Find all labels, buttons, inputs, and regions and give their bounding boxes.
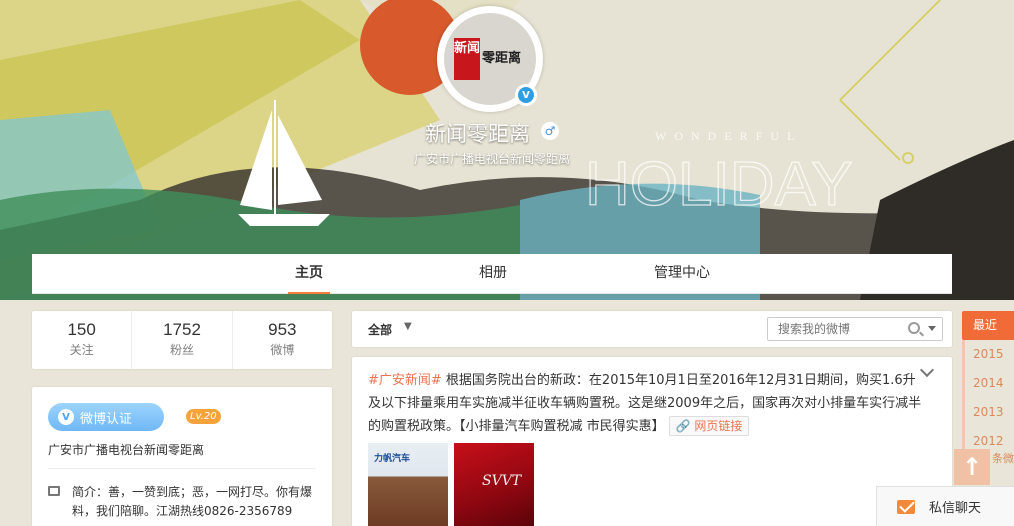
profile-description: 广安市广播电视台新闻零距离 [414,152,571,166]
counter-label: 粉丝 [169,343,194,357]
search-icon[interactable] [908,322,920,334]
timeline-year-2013[interactable]: 2013 [962,398,1014,427]
counter-value: 1752 [163,320,201,339]
mail-icon [897,499,915,514]
counter-label: 微博 [270,343,295,357]
banner-watermark-large: HOLIDAY [585,150,853,219]
avatar-logo-red-block: 新闻 [454,38,480,80]
profile-tab-bar: 主页 相册 管理中心 [32,254,952,294]
profile-name: 新闻零距离 [425,122,530,146]
timeline-year-2015[interactable]: 2015 [962,340,1014,369]
back-to-top-arrow-icon[interactable]: ↑ [954,449,990,485]
counter-value: 953 [268,320,297,339]
tab-management[interactable]: 管理中心 [642,254,722,294]
verified-organization: 广安市广播电视台新闻零距离 [48,443,205,457]
post-link-label: 网页链接 [694,419,743,433]
post-hashtag[interactable]: #广安新闻# [368,373,442,388]
post-text: #广安新闻# 根据国务院出台的新政：在2015年10月1日至2016年12月31… [368,369,928,438]
timeline-more-label: 条微 [992,452,1014,465]
feed-search-input[interactable] [768,318,888,340]
verification-label: 微博认证 [80,411,133,427]
avatar-logo-text: 零距离 [482,51,522,66]
timeline-year-recent[interactable]: 最近 [962,311,1014,340]
feed-filter-all[interactable]: 全部 [368,321,392,338]
post-image-thumbnail[interactable]: SVVT [454,443,534,526]
thumbnail-car-badge-text: SVVT [482,473,522,489]
counter-following[interactable]: 150 关注 [32,311,133,369]
counters-card: 150 关注 1752 粉丝 953 微博 [32,311,332,369]
banner-watermark-small: WONDERFUL [655,129,802,143]
feed-search-box [767,317,943,341]
search-dropdown-icon[interactable] [928,326,936,331]
profile-intro: 简介：善，一赞到底；恶，一网打尽。你有爆料，我们陪聊。江湖热线0826-2356… [72,485,313,518]
profile-info-card: V 微博认证 Lv.20 广安市广播电视台新闻零距离 简介：善，一赞到底；恶，一… [32,387,332,526]
tab-album[interactable]: 相册 [472,254,514,294]
timeline-year-nav: 最近 2015 2014 2013 2012 [962,311,1014,456]
verified-v-icon: V [58,409,74,425]
verified-v-icon: V [518,87,534,103]
counter-posts[interactable]: 953 微博 [233,311,332,369]
counter-label: 关注 [69,343,94,357]
thumbnail-sign-text: 力帆汽车 [374,454,411,464]
post-web-link[interactable]: 🔗 网页链接 [668,416,750,436]
tab-home[interactable]: 主页 [288,254,330,294]
post-body: 根据国务院出台的新政：在2015年10月1日至2016年12月31日期间，购买1… [368,373,922,434]
counter-followers[interactable]: 1752 粉丝 [132,311,233,369]
feed-header: 全部 ▼ [352,311,952,347]
weibo-verification-button[interactable]: V 微博认证 [48,403,164,431]
male-gender-icon: ♂ [541,122,559,140]
post-image-thumbnail[interactable]: 力帆汽车 [368,443,448,526]
private-message-chat-button[interactable]: 私信聊天 [876,486,1014,526]
intro-card-icon [48,486,60,496]
timeline-year-2014[interactable]: 2014 [962,369,1014,398]
chevron-down-icon[interactable]: ▼ [404,321,412,332]
counter-value: 150 [67,320,96,339]
divider [48,468,316,469]
link-icon: 🔗 [675,419,695,433]
chat-label: 私信聊天 [929,501,982,516]
weibo-post: #广安新闻# 根据国务院出台的新政：在2015年10月1日至2016年12月31… [352,357,952,526]
verified-badge: V [515,84,537,106]
level-badge[interactable]: Lv.20 [186,409,221,424]
